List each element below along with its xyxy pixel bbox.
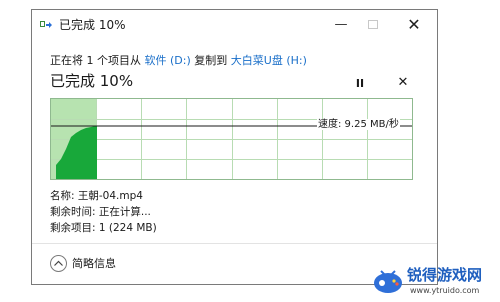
watermark-site-name: 锐得游戏网: [407, 266, 483, 284]
watermark-url: www.ytruido.com: [410, 286, 480, 295]
copy-middle: 复制到: [190, 54, 231, 67]
graph-grid: [51, 99, 412, 179]
transfer-speed-graph: 速度: 9.25 MB/秒: [50, 98, 413, 180]
speed-graph-canvas: [51, 99, 412, 179]
minimize-button[interactable]: —: [331, 16, 351, 34]
footer-separator: [32, 243, 437, 244]
copy-files-icon: [40, 21, 52, 28]
close-button[interactable]: ✕: [404, 16, 424, 34]
maximize-icon: [368, 20, 378, 29]
cancel-button[interactable]: ✕: [396, 76, 410, 90]
chevron-up-icon: [50, 255, 67, 272]
copy-progress-dialog: 已完成 10% — ✕ 正在将 1 个项目从 软件 (D:) 复制到 大白菜U盘…: [31, 9, 438, 285]
time-remaining: 剩余时间: 正在计算...: [50, 206, 151, 218]
copy-prefix: 正在将 1 个项目从: [50, 54, 145, 67]
copy-description: 正在将 1 个项目从 软件 (D:) 复制到 大白菜U盘 (H:): [50, 54, 307, 67]
maximize-button[interactable]: [363, 16, 383, 34]
items-remaining: 剩余项目: 1 (224 MB): [50, 222, 157, 234]
window-title: 已完成 10%: [59, 18, 126, 32]
destination-link[interactable]: 大白菜U盘 (H:): [231, 54, 307, 67]
pause-button[interactable]: II: [353, 78, 367, 90]
fewer-details-label: 简略信息: [72, 257, 116, 270]
watermark-logo-icon: [374, 270, 402, 293]
title-bar[interactable]: 已完成 10% — ✕: [32, 10, 437, 41]
speed-readout: 速度: 9.25 MB/秒: [317, 119, 400, 130]
source-link[interactable]: 软件 (D:): [145, 54, 191, 67]
file-name: 名称: 王朝-04.mp4: [50, 190, 143, 202]
progress-percent-title: 已完成 10%: [50, 72, 134, 90]
